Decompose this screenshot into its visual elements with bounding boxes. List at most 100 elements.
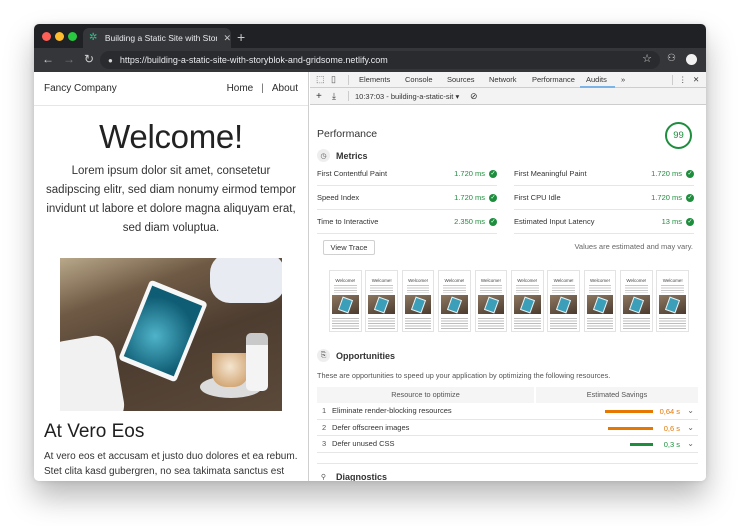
savings-value: 0,6 s: [663, 423, 680, 433]
frame-lines: [623, 318, 650, 330]
hero-image: [60, 258, 282, 411]
tab-sources[interactable]: Sources: [447, 75, 475, 84]
frame-image: [513, 295, 541, 314]
frame-image: [550, 295, 577, 314]
category-title: Performance: [317, 128, 378, 140]
new-tab-icon[interactable]: +: [237, 29, 245, 45]
frame-image: [332, 295, 359, 314]
nav-separator: |: [261, 83, 264, 94]
metric-value: 1.720 ms: [454, 193, 485, 202]
savings-value: 0,3 s: [663, 440, 680, 449]
metric-value: 1.720 ms: [651, 193, 682, 202]
filmstrip-frame: Welcome!: [329, 270, 362, 332]
devtools-panel: ⬚ ▯ Elements Console Sources Network Per…: [310, 72, 706, 481]
opportunities-title: Opportunities: [336, 350, 395, 361]
frame-text: [515, 285, 539, 293]
diagnostics-title: Diagnostics: [336, 471, 388, 482]
nav-about-link[interactable]: About: [272, 83, 298, 94]
device-toolbar-icon[interactable]: ▯: [331, 74, 336, 85]
frame-title: Welcome!: [590, 278, 610, 283]
filmstrip-frame: Welcome!: [365, 270, 399, 332]
reload-icon[interactable]: ↻: [84, 52, 94, 66]
brand-link[interactable]: Fancy Company: [44, 83, 227, 94]
nav-home-link[interactable]: Home: [227, 83, 254, 94]
close-window-button[interactable]: [42, 32, 51, 41]
frame-text: [443, 285, 466, 293]
maximize-window-button[interactable]: [68, 32, 77, 41]
devtools-close-icon[interactable]: ✕: [693, 75, 699, 84]
expand-chevron-icon[interactable]: ⌄: [687, 439, 694, 448]
minimize-window-button[interactable]: [55, 32, 64, 41]
image-arm: [210, 258, 282, 303]
metrics-header: ◷ Metrics: [317, 149, 368, 162]
toolbar-divider: [348, 75, 349, 85]
tab-network[interactable]: Network: [489, 75, 517, 84]
title-bar: ✲ Building a Static Site with Storyblok …: [34, 24, 706, 48]
forward-icon[interactable]: →: [63, 52, 75, 66]
hero-title: Welcome!: [99, 118, 243, 155]
savings-bar: [605, 410, 653, 413]
metric-name: First Contentful Paint: [317, 169, 388, 178]
bookmark-star-icon[interactable]: ☆: [642, 52, 652, 65]
expand-chevron-icon[interactable]: ⌄: [687, 406, 694, 415]
diagnostics-header[interactable]: ⚲ Diagnostics: [317, 470, 388, 482]
clear-reports-icon[interactable]: ⊘: [470, 91, 478, 102]
frame-image: [586, 295, 614, 314]
frame-image: [659, 295, 687, 314]
frame-title: Welcome!: [553, 278, 574, 283]
metric-row: Time to Interactive 2.350 ms ✓: [317, 210, 497, 234]
metric-name: Estimated Input Latency: [514, 217, 595, 226]
close-tab-icon[interactable]: ✕: [223, 33, 231, 44]
incognito-icon[interactable]: ⚇: [667, 53, 676, 64]
tab-performance[interactable]: Performance: [532, 75, 575, 84]
frame-lines: [441, 318, 468, 330]
opportunity-row[interactable]: 3 Defer unused CSS 0,3 s ⌄: [317, 436, 698, 453]
tab-elements[interactable]: Elements: [359, 75, 390, 84]
expand-chevron-icon[interactable]: ⌄: [687, 423, 694, 432]
metrics-title: Metrics: [336, 150, 368, 161]
pass-check-icon: ✓: [686, 169, 694, 178]
metric-name: Time to Interactive: [317, 217, 379, 226]
opportunity-row[interactable]: 1 Eliminate render-blocking resources 0,…: [317, 403, 698, 420]
download-report-icon[interactable]: ⤓: [332, 91, 336, 102]
frame-title: Welcome!: [371, 278, 392, 283]
metric-value: 2.350 ms: [454, 217, 485, 226]
frame-title: Welcome!: [408, 278, 429, 283]
profile-avatar[interactable]: [686, 54, 697, 65]
web-page: Fancy Company Home | About Welcome! Lore…: [34, 72, 309, 481]
view-trace-button[interactable]: View Trace: [323, 240, 375, 255]
frame-title: Welcome!: [626, 278, 647, 283]
tab-console[interactable]: Console: [405, 75, 433, 84]
browser-tab[interactable]: ✲ Building a Static Site with Storyblok …: [83, 28, 231, 48]
more-tabs-icon[interactable]: »: [621, 75, 625, 84]
browser-toolbar: ← → ↻ ● https://building-a-static-site-w…: [34, 48, 706, 72]
metric-name: Speed Index: [317, 193, 360, 202]
tab-audits[interactable]: Audits: [586, 75, 607, 84]
report-select[interactable]: 10:37:03 - building-a-static-sit ▾: [355, 92, 459, 101]
pass-check-icon: ✓: [686, 193, 694, 202]
inspect-element-icon[interactable]: ⬚: [316, 74, 325, 85]
opportunities-description: These are opportunities to speed up your…: [317, 371, 611, 380]
audits-toolbar: + ⤓ 10:37:03 - building-a-static-sit ▾ ⊘: [310, 88, 706, 105]
devtools-menu-icon[interactable]: ⋮: [679, 75, 687, 84]
metric-row: Estimated Input Latency 13 ms ✓: [514, 210, 694, 234]
opportunity-row[interactable]: 2 Defer offscreen images 0,6 s ⌄: [317, 420, 698, 436]
metric-value: 1.720 ms: [454, 169, 485, 178]
url-text[interactable]: https://building-a-static-site-with-stor…: [120, 55, 388, 65]
savings-value: 0,64 s: [659, 407, 680, 416]
metric-name: First CPU Idle: [514, 193, 561, 202]
frame-title: Welcome!: [480, 278, 501, 283]
frame-text: [479, 285, 503, 293]
pass-check-icon: ✓: [686, 217, 694, 226]
site-header: Fancy Company Home | About: [34, 72, 308, 106]
section-divider: [317, 463, 698, 464]
pass-check-icon: ✓: [489, 193, 497, 202]
new-audit-icon[interactable]: +: [316, 91, 322, 102]
address-bar[interactable]: ● https://building-a-static-site-with-st…: [100, 51, 660, 69]
image-sugar-shaker: [246, 333, 268, 391]
filmstrip-frame: Welcome!: [656, 270, 690, 332]
filmstrip-frame: Welcome!: [547, 270, 580, 332]
image-sleeve: [60, 332, 128, 411]
back-icon[interactable]: ←: [42, 52, 54, 66]
filmstrip-frame: Welcome!: [401, 270, 435, 332]
